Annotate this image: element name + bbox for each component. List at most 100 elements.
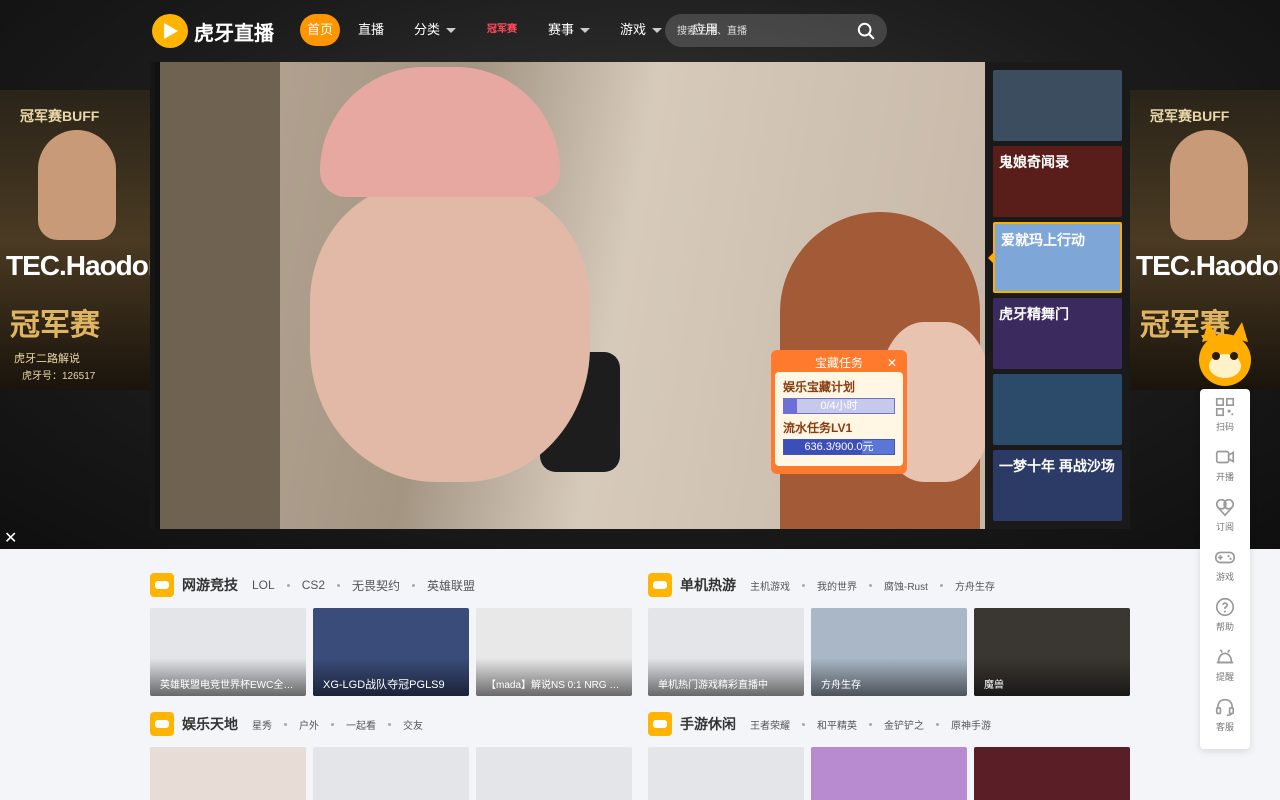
live-card[interactable]: XG-LGD战队夺冠PGLS9 (313, 608, 469, 696)
video-bg (320, 67, 560, 197)
top-header: 虎牙直播 首页 直播 分类 冠军赛 赛事 游戏 应用 (0, 0, 1280, 60)
section-online-games: 网游竞技 LOL CS2 无畏契约 英雄联盟英雄联盟电竞世界杯EWC全球总决赛直播中XG… (150, 572, 632, 696)
section-tag[interactable]: 英雄联盟 (427, 577, 475, 594)
float-item-heart[interactable]: 订阅 (1200, 489, 1250, 539)
live-card[interactable] (811, 747, 967, 800)
side-banner-left[interactable]: 冠军赛BUFF TEC.Haodong 冠军赛 虎牙二路解说 虎牙号：12651… (0, 90, 181, 390)
chevron-down-icon (652, 27, 663, 33)
logo[interactable]: 虎牙直播 (152, 14, 274, 48)
section-tag[interactable]: CS2 (302, 578, 325, 592)
section-tag[interactable]: 金铲铲之 (884, 717, 924, 732)
section-tag[interactable]: 主机游戏 (750, 578, 790, 593)
close-icon[interactable]: ✕ (4, 528, 17, 548)
float-item-video-camera[interactable]: 开播 (1200, 439, 1250, 489)
live-card[interactable] (974, 747, 1130, 800)
treasure-task-popup[interactable]: 宝藏任务 ✕ 娱乐宝藏计划 0/4小时 流水任务LV1 636.3/900.0元 (771, 350, 907, 474)
task-body: 娱乐宝藏计划 0/4小时 流水任务LV1 636.3/900.0元 (775, 372, 903, 466)
banner-room: 虎牙号：126517 (22, 371, 96, 382)
live-card[interactable] (313, 747, 469, 800)
thumbnail-title: 爱就玛上行动 (1001, 232, 1085, 248)
section-tag[interactable]: 我的世界 (817, 578, 857, 593)
section-title[interactable]: 娱乐天地 (182, 714, 238, 734)
live-card[interactable] (648, 747, 804, 800)
float-item-headset[interactable]: 客服 (1200, 689, 1250, 739)
task-row-1: 娱乐宝藏计划 (783, 380, 856, 394)
nav-item-home[interactable]: 首页 (300, 14, 340, 46)
separator-dot (284, 722, 287, 726)
live-card[interactable]: 单机热门游戏精彩直播中 (648, 608, 804, 696)
section-tag[interactable]: 原神手游 (951, 717, 991, 732)
banner-sub: 冠军赛 (10, 309, 100, 342)
section-tag[interactable]: 交友 (403, 717, 423, 732)
task-progress-2: 636.3/900.0元 (783, 439, 895, 455)
card-caption: 单机热门游戏精彩直播中 (648, 658, 804, 696)
section-header: 网游竞技 LOL CS2 无畏契约 英雄联盟 (150, 572, 632, 598)
qrcode-icon (1215, 397, 1235, 416)
thumbnail-item[interactable]: 一梦十年 再战沙场 (993, 450, 1122, 521)
separator-dot (337, 583, 341, 587)
task-title: 宝藏任务 ✕ (775, 354, 903, 372)
nav-item-events[interactable]: 赛事 (536, 14, 602, 46)
card-caption: 英雄联盟电竞世界杯EWC全球总决赛直播中 (150, 658, 306, 696)
section-tag[interactable]: 无畏契约 (352, 577, 400, 594)
progress-text: 0/4小时 (820, 400, 858, 412)
section-tag[interactable]: 星秀 (252, 717, 272, 732)
separator-dot (802, 583, 805, 587)
section-tag[interactable]: 一起看 (346, 717, 376, 732)
close-icon[interactable]: ✕ (887, 354, 897, 372)
progress-text: 636.3/900.0元 (804, 441, 874, 453)
task-row-2: 流水任务LV1 (783, 421, 853, 435)
thumbnail-item[interactable]: 鬼娘奇闻录 (993, 146, 1122, 217)
card-row: 英雄联盟电竞世界杯EWC全球总决赛直播中XG-LGD战队夺冠PGLS9【mada… (150, 608, 632, 696)
thumbnail-title: 鬼娘奇闻录 (999, 154, 1069, 170)
nav-item-live[interactable]: 直播 (346, 14, 396, 46)
section-title[interactable]: 手游休闲 (680, 714, 736, 734)
progress-fill (784, 399, 798, 413)
nav-item-category[interactable]: 分类 (402, 14, 468, 46)
live-card[interactable]: 魔兽 (974, 608, 1130, 696)
float-item-label: 开播 (1215, 471, 1234, 482)
section-header: 单机热游 主机游戏 我的世界 腐蚀-Rust 方舟生存 (648, 572, 1130, 598)
float-item-help[interactable]: 帮助 (1200, 589, 1250, 639)
task-title-text: 宝藏任务 (814, 356, 863, 370)
task-progress-1: 0/4小时 (783, 398, 895, 414)
live-card[interactable]: 方舟生存 (811, 608, 967, 696)
section-tag[interactable]: LOL (252, 578, 275, 592)
float-item-label: 扫码 (1215, 421, 1234, 432)
banner-tag: 冠军赛BUFF (20, 108, 100, 124)
section-tag[interactable]: 腐蚀-Rust (884, 578, 928, 593)
section-title[interactable]: 单机热游 (680, 575, 736, 595)
live-card[interactable] (476, 747, 632, 800)
float-item-label: 游戏 (1215, 571, 1234, 582)
float-item-qrcode[interactable]: 扫码 (1200, 389, 1250, 439)
logo-text: 虎牙直播 (194, 22, 274, 45)
separator-dot (331, 722, 334, 726)
section-tag[interactable]: 和平精英 (817, 717, 857, 732)
float-toolbar: 扫码开播订阅游戏帮助提醒客服 (1200, 389, 1250, 749)
thumbnail-item[interactable] (993, 70, 1122, 141)
card-caption: 【mada】解说NS 0:1 NRG 第二局 (476, 658, 632, 696)
section-tag[interactable]: 户外 (299, 717, 319, 732)
thumbnail-item[interactable]: 爱就玛上行动 (993, 222, 1122, 293)
float-item-gamepad[interactable]: 游戏 (1200, 539, 1250, 589)
separator-dot (802, 722, 805, 726)
live-card[interactable]: 英雄联盟电竞世界杯EWC全球总决赛直播中 (150, 608, 306, 696)
search-input[interactable] (677, 22, 847, 40)
thumbnail-item[interactable] (993, 374, 1122, 445)
mascot-icon[interactable] (1190, 316, 1260, 390)
section-title[interactable]: 网游竞技 (182, 575, 238, 595)
live-card[interactable]: 【mada】解说NS 0:1 NRG 第二局 (476, 608, 632, 696)
float-item-label: 提醒 (1215, 671, 1234, 682)
nav-item-badge[interactable]: 冠军赛 (474, 14, 530, 46)
search-icon[interactable] (857, 22, 875, 40)
thumbnail-item[interactable]: 虎牙精舞门 (993, 298, 1122, 369)
champion-badge: 冠军赛 (487, 24, 518, 35)
float-item-bell[interactable]: 提醒 (1200, 639, 1250, 689)
video-camera-icon (1215, 450, 1235, 463)
section-tag[interactable]: 王者荣耀 (750, 717, 790, 732)
section-tag[interactable]: 方舟生存 (955, 578, 995, 593)
chevron-down-icon (580, 27, 591, 33)
nav-label: 直播 (358, 22, 385, 37)
live-card[interactable] (150, 747, 306, 800)
category-icon (150, 712, 174, 736)
